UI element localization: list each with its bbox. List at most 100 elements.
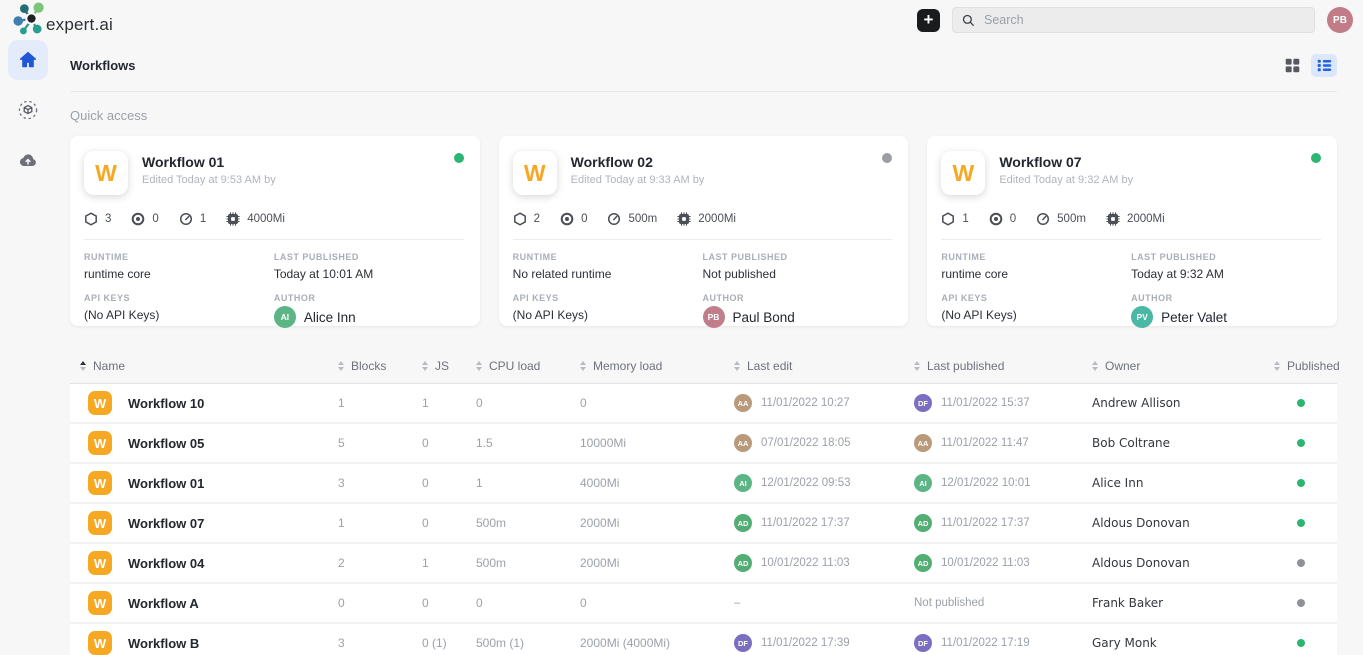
sidebar-item-home[interactable] (8, 40, 48, 80)
author-label: AUTHOR (703, 293, 893, 303)
memory-chip-icon (226, 212, 240, 226)
published-dot (1297, 519, 1305, 527)
editor-avatar: AI (734, 474, 752, 492)
column-header-blocks[interactable]: Blocks (338, 359, 422, 373)
table-row[interactable]: WWorkflow B 3 0 (1) 500m (1) 2000Mi (400… (70, 624, 1337, 655)
published-dot (1297, 399, 1305, 407)
status-dot (1311, 153, 1321, 163)
cell-js: 1 (422, 396, 476, 410)
table-row[interactable]: WWorkflow A 0 0 0 0 – Not published Fran… (70, 584, 1337, 624)
cell-cpu-load: 500m (476, 516, 580, 530)
last-published-value: Today at 9:32 AM (1131, 267, 1321, 281)
brand-logo[interactable]: expert.ai (10, 1, 113, 39)
api-keys-value: (No API Keys) (513, 308, 703, 322)
top-bar: expert.ai + PB (0, 0, 1363, 40)
author-name: Peter Valet (1161, 310, 1227, 325)
workflow-card-title: Workflow 07 (999, 154, 1133, 170)
sort-icon (1274, 361, 1280, 371)
memory-value: 2000Mi (1127, 213, 1165, 225)
cell-js: 0 (1) (422, 636, 476, 650)
cell-last-edit: AA07/01/2022 18:05 (734, 434, 914, 452)
table-row[interactable]: WWorkflow 01 3 0 1 4000Mi AI12/01/2022 0… (70, 464, 1337, 504)
publisher-avatar: AD (914, 514, 932, 532)
view-toggles (1279, 54, 1337, 77)
table-row[interactable]: WWorkflow 07 1 0 500m 2000Mi AD11/01/202… (70, 504, 1337, 544)
memory-value: 4000Mi (247, 213, 285, 225)
cell-published (1274, 439, 1337, 447)
search-input[interactable] (984, 13, 1306, 27)
workflow-icon: W (941, 151, 985, 195)
js-count: 0 (152, 213, 158, 225)
author-avatar: AI (274, 306, 296, 328)
cell-blocks: 3 (338, 636, 422, 650)
cell-memory-load: 2000Mi (580, 556, 734, 570)
cell-js: 0 (422, 516, 476, 530)
blocks-icon (513, 212, 527, 226)
plus-icon: + (924, 11, 934, 28)
workflow-stats: 2 0 500m 2000Mi (513, 212, 893, 226)
grid-view-button[interactable] (1279, 54, 1305, 77)
runtime-value: No related runtime (513, 267, 703, 281)
cell-name: Workflow 10 (128, 396, 204, 411)
column-header-owner[interactable]: Owner (1092, 359, 1274, 373)
column-header-name[interactable]: Name (70, 359, 338, 373)
blocks-icon (84, 212, 98, 226)
author-label: AUTHOR (274, 293, 464, 303)
workflow-stats: 1 0 500m 2000Mi (941, 212, 1321, 226)
table-row[interactable]: WWorkflow 04 2 1 500m 2000Mi AD10/01/202… (70, 544, 1337, 584)
list-view-button[interactable] (1311, 54, 1337, 77)
user-avatar[interactable]: PB (1327, 7, 1353, 33)
publisher-avatar: AI (914, 474, 932, 492)
cell-owner: Frank Baker (1092, 596, 1274, 610)
main-content: Workflows Quick access W Workflow 01 Edi… (56, 40, 1363, 655)
workflow-card-subtitle: Edited Today at 9:32 AM by (999, 174, 1133, 186)
js-icon (989, 212, 1003, 226)
quick-access-cards: W Workflow 01 Edited Today at 9:53 AM by… (70, 136, 1337, 326)
table-header-row: Name Blocks JS CPU load Memory load Last… (70, 348, 1337, 384)
column-header-last-edit[interactable]: Last edit (734, 359, 914, 373)
runtime-value: runtime core (84, 267, 274, 281)
cell-js: 1 (422, 556, 476, 570)
last-published-value: Today at 10:01 AM (274, 267, 464, 281)
divider (513, 239, 893, 240)
publisher-avatar: DF (914, 634, 932, 652)
cell-name: Workflow 01 (128, 476, 204, 491)
js-count: 0 (1010, 213, 1016, 225)
home-icon (18, 50, 38, 70)
add-button[interactable]: + (917, 9, 940, 32)
blocks-count: 2 (534, 213, 540, 225)
column-header-memory-load[interactable]: Memory load (580, 359, 734, 373)
cell-js: 0 (422, 596, 476, 610)
workflow-card[interactable]: W Workflow 07 Edited Today at 9:32 AM by… (927, 136, 1337, 326)
cell-last-edit: AA11/01/2022 10:27 (734, 394, 914, 412)
cell-last-published: AA11/01/2022 11:47 (914, 434, 1092, 452)
table-row[interactable]: WWorkflow 10 1 1 0 0 AA11/01/2022 10:27 … (70, 384, 1337, 424)
workflow-card[interactable]: W Workflow 02 Edited Today at 9:33 AM by… (499, 136, 909, 326)
search-bar[interactable] (952, 7, 1315, 33)
workflow-icon: W (88, 431, 112, 455)
author-avatar: PB (703, 306, 725, 328)
cell-last-edit: DF11/01/2022 17:39 (734, 634, 914, 652)
cpu-value: 500m (628, 213, 657, 225)
last-published-value: Not published (703, 267, 893, 281)
sidebar-item-deployments[interactable] (8, 140, 48, 180)
author-name: Alice Inn (304, 310, 356, 325)
column-header-published[interactable]: Published (1274, 359, 1363, 373)
column-header-last-published[interactable]: Last published (914, 359, 1092, 373)
runtime-label: RUNTIME (941, 252, 1131, 262)
editor-avatar: AD (734, 514, 752, 532)
author-name: Paul Bond (733, 310, 795, 325)
cell-blocks: 5 (338, 436, 422, 450)
api-keys-value: (No API Keys) (941, 308, 1131, 322)
column-header-cpu-load[interactable]: CPU load (476, 359, 580, 373)
publisher-avatar: DF (914, 394, 932, 412)
api-keys-label: API KEYS (941, 293, 1131, 303)
cell-last-published: AD10/01/2022 11:03 (914, 554, 1092, 572)
cell-last-published: DF11/01/2022 15:37 (914, 394, 1092, 412)
table-row[interactable]: WWorkflow 05 5 0 1.5 10000Mi AA07/01/202… (70, 424, 1337, 464)
cpu-value: 500m (1057, 213, 1086, 225)
column-header-js[interactable]: JS (422, 359, 476, 373)
cell-owner: Bob Coltrane (1092, 436, 1274, 450)
sidebar-item-models[interactable] (8, 90, 48, 130)
workflow-card[interactable]: W Workflow 01 Edited Today at 9:53 AM by… (70, 136, 480, 326)
